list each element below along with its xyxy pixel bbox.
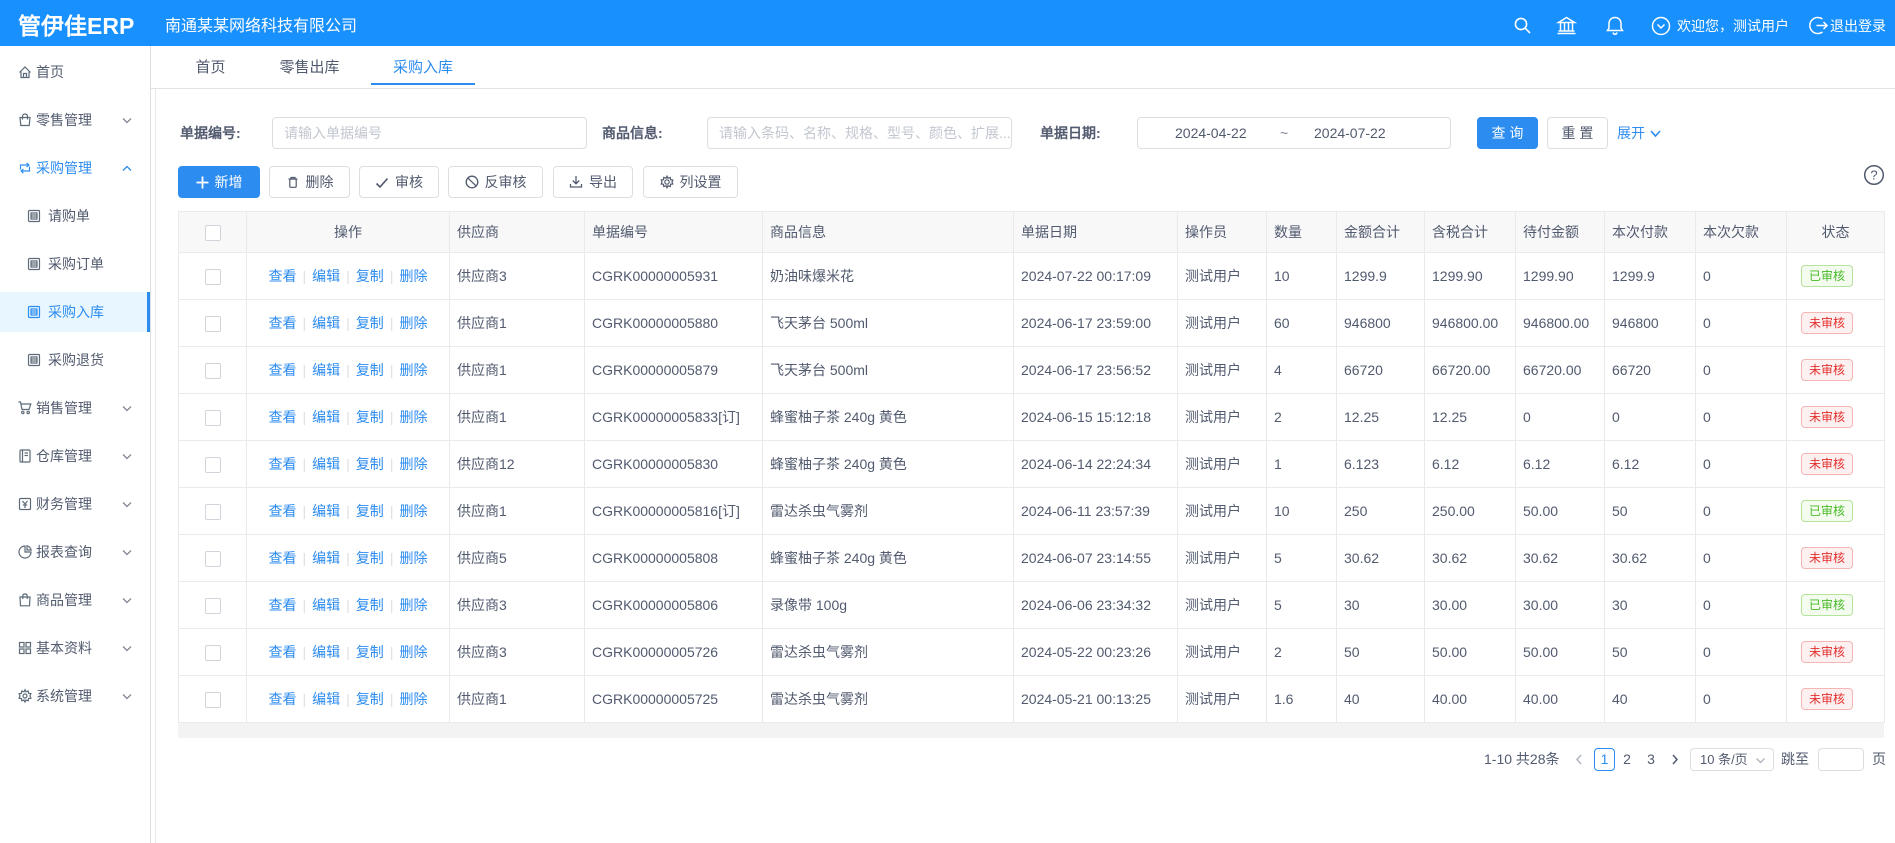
- svg-text:?: ?: [1870, 168, 1877, 183]
